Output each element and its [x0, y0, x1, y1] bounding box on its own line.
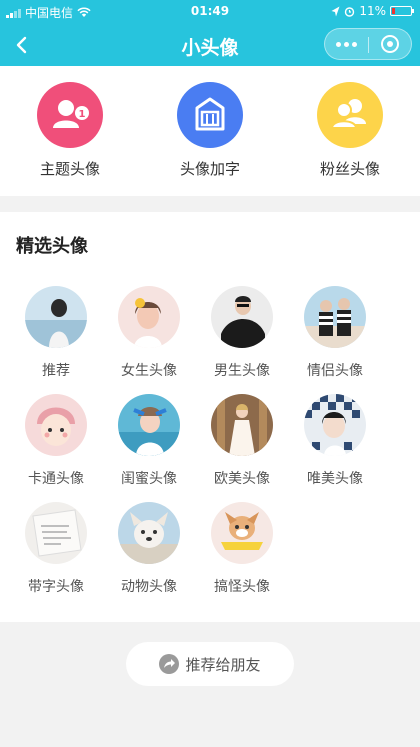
avatar-item-cartoon[interactable]: 卡通头像: [11, 394, 101, 488]
avatar-thumbnail: [211, 394, 273, 456]
avatar-item-boys[interactable]: 男生头像: [197, 286, 287, 380]
location-icon: [331, 6, 340, 16]
avatar-item-couples[interactable]: 情侣头像: [290, 286, 380, 380]
close-dot: [387, 41, 393, 47]
share-label: 推荐给朋友: [185, 655, 261, 674]
avatar-item-label: 推荐: [42, 363, 70, 379]
avatar-item-label: 欧美头像: [214, 471, 270, 487]
avatar-thumbnail: [25, 394, 87, 456]
avatar-item-label: 唯美头像: [307, 471, 363, 487]
close-button[interactable]: [369, 29, 412, 59]
frame-text-icon: [177, 82, 243, 148]
share-to-friends-button[interactable]: 推荐给朋友: [126, 642, 294, 686]
avatar-item-girls[interactable]: 女生头像: [104, 286, 194, 380]
svg-text:1: 1: [79, 109, 86, 120]
avatar-item-label: 闺蜜头像: [121, 471, 177, 487]
avatar-thumbnail: [25, 286, 87, 348]
avatar-thumbnail: [118, 502, 180, 564]
avatar-item-bestie[interactable]: 闺蜜头像: [104, 394, 194, 488]
featured-panel: 精选头像 推荐 女生头像 男生头像 情侣头像 卡通头像 闺蜜头像 欧美头像 唯美…: [0, 212, 420, 622]
status-right: 11%: [331, 4, 414, 18]
category-fans-avatar[interactable]: 粉丝头像: [290, 82, 410, 179]
avatar-thumbnail: [25, 502, 87, 564]
avatar-item-label: 男生头像: [214, 363, 270, 379]
avatar-item-text[interactable]: 带字头像: [11, 502, 101, 596]
avatar-item-recommend[interactable]: 推荐: [11, 286, 101, 380]
section-title: 精选头像: [16, 236, 88, 257]
avatar-item-funny[interactable]: 搞怪头像: [197, 502, 287, 596]
avatar-item-label: 卡通头像: [28, 471, 84, 487]
category-label: 头像加字: [179, 160, 240, 178]
share-icon: [159, 654, 180, 674]
users-icon: [317, 82, 383, 148]
avatar-item-label: 搞怪头像: [214, 579, 270, 595]
avatar-thumbnail: [304, 286, 366, 348]
mini-program-capsule: [324, 28, 412, 60]
avatar-thumbnail: [211, 502, 273, 564]
avatar-item-aesthetic[interactable]: 唯美头像: [290, 394, 380, 488]
alarm-icon: [345, 6, 355, 17]
avatar-thumbnail: [304, 394, 366, 456]
category-panel: 1 主题头像 头像加字 粉丝头像: [0, 66, 420, 196]
avatar-item-label: 情侣头像: [307, 363, 363, 379]
more-dots-icon: [336, 41, 357, 47]
category-label: 主题头像: [39, 160, 100, 178]
avatar-thumbnail: [211, 286, 273, 348]
more-button[interactable]: [325, 29, 368, 59]
status-bar: 中国电信 01:49 11%: [0, 0, 420, 24]
category-label: 粉丝头像: [319, 160, 380, 178]
avatar-thumbnail: [118, 394, 180, 456]
avatar-item-animals[interactable]: 动物头像: [104, 502, 194, 596]
category-theme-avatar[interactable]: 1 主题头像: [10, 82, 130, 179]
user-badge-icon: 1: [37, 82, 103, 148]
avatar-item-label: 带字头像: [28, 579, 84, 595]
avatar-thumbnail: [118, 286, 180, 348]
nav-bar: 小头像: [0, 24, 420, 66]
category-text-avatar[interactable]: 头像加字: [150, 82, 270, 179]
avatar-item-western[interactable]: 欧美头像: [197, 394, 287, 488]
battery-percent: 11%: [359, 4, 386, 18]
avatar-item-label: 动物头像: [121, 579, 177, 595]
battery-icon: [390, 6, 414, 16]
avatar-item-label: 女生头像: [121, 363, 177, 379]
